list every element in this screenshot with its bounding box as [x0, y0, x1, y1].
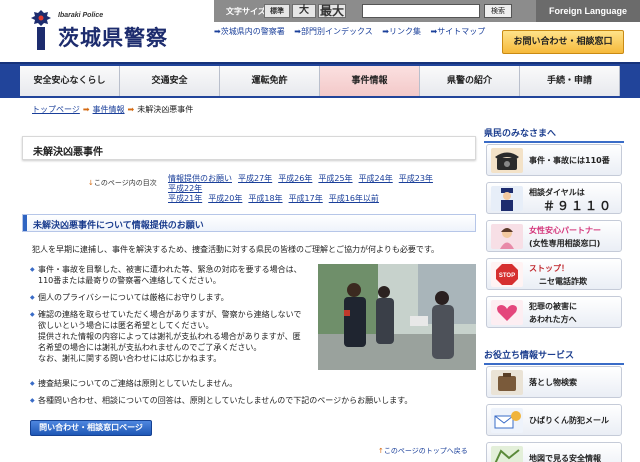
arrow-right-icon: ➡ [82, 105, 90, 114]
utility-bar: 文字サイズ 標準 大 最大 検索 Foreign Language [214, 0, 640, 22]
nav-about[interactable]: 県警の紹介 [420, 66, 520, 96]
section-title: 未解決凶悪事件について情報提供のお願い [33, 221, 204, 231]
site-logo[interactable]: Ibaraki Police 茨城県警察 [30, 10, 190, 50]
telephone-icon [491, 148, 523, 173]
sidebar-item-safety-map[interactable]: 地図で見る安全情報 [486, 442, 622, 462]
sidebar-heading-useful: お役立ち情報サービス [484, 348, 624, 365]
heart-hands-icon [491, 300, 523, 325]
list-item: 個人のプライバシーについては厳格にお守りします。 [30, 292, 318, 303]
font-size-label: 文字サイズ [226, 7, 266, 16]
notice-list: 事件・事故を目撃した、被害に遭われた等、緊急の対応を要する場合は、 110番また… [30, 264, 318, 370]
breadcrumb-incidents[interactable]: 事件情報 [93, 105, 125, 114]
search-input[interactable] [362, 4, 480, 18]
index-link[interactable]: 平成20年 [208, 194, 242, 203]
nav-traffic[interactable]: 交通安全 [120, 66, 220, 96]
index-link[interactable]: 平成21年 [168, 194, 202, 203]
svg-text:STOP: STOP [499, 273, 515, 279]
stop-sign-icon: STOP [491, 262, 523, 287]
index-link[interactable]: 平成18年 [248, 194, 282, 203]
index-link[interactable]: 情報提供のお願い [168, 174, 232, 183]
logo-subtitle: Ibaraki Police [58, 12, 104, 19]
inquiry-page-button[interactable]: 問い合わせ・相談窓口ページ [30, 420, 152, 436]
nav-license[interactable]: 運転免許 [220, 66, 320, 96]
sidebar-item-crime-victims[interactable]: 犯罪の被害に あわれた方へ [486, 296, 622, 328]
mail-bird-icon [491, 408, 523, 433]
lost-item-icon [491, 370, 523, 395]
list-item: 捜査結果についてのご連絡は原則としていたしません。 [30, 378, 476, 389]
index-link[interactable]: 平成22年 [168, 184, 202, 193]
arrow-right-icon: ➡ [214, 27, 221, 36]
search-button[interactable]: 検索 [484, 4, 512, 18]
police-officers-photo [318, 264, 476, 370]
index-link[interactable]: 平成25年 [318, 174, 352, 183]
nav-incidents[interactable]: 事件情報 [320, 66, 420, 96]
nav-procedures[interactable]: 手続・申請 [520, 66, 620, 96]
font-size-max-button[interactable]: 最大 [318, 4, 346, 18]
contact-consultation-button[interactable]: お問い合わせ・相談窓口 [502, 30, 624, 54]
arrow-right-icon: ➡ [294, 27, 301, 36]
police-emblem-icon [31, 10, 51, 50]
sublink-sitemap[interactable]: ➡サイトマップ [431, 27, 486, 36]
woman-partner-icon [491, 224, 523, 249]
sublink-links[interactable]: ➡リンク集 [382, 27, 421, 36]
index-link[interactable]: 平成26年 [278, 174, 312, 183]
police-officer-icon [491, 186, 523, 211]
sidebar: 県民のみなさまへ 事件・事故には110番 相談ダイヤルは ＃９１１０ 女性安心パ… [484, 126, 640, 462]
notice-list-bottom: 捜査結果についてのご連絡は原則としていたしません。 各種問い合わせ、相談について… [30, 378, 476, 412]
sidebar-item-lost-items[interactable]: 落とし物検索 [486, 366, 622, 398]
sidebar-item-crime-mail[interactable]: ひばりくん防犯メール [486, 404, 622, 436]
section-heading-box: 未解決凶悪事件について情報提供のお願い [22, 214, 476, 232]
page-index-label: ↓このページ内の目次 [88, 179, 157, 187]
index-link[interactable]: 平成27年 [238, 174, 272, 183]
global-nav: 安全安心なくらし 交通安全 運転免許 事件情報 県警の紹介 手続・申請 [0, 62, 640, 98]
back-to-top-link[interactable]: ↑このページのトップへ戻る [378, 446, 468, 456]
page-title: 未解決凶悪事件 [33, 147, 103, 158]
index-link[interactable]: 平成23年 [399, 174, 433, 183]
nav-safety[interactable]: 安全安心なくらし [20, 66, 120, 96]
year-index-links: 情報提供のお願い 平成27年 平成26年 平成25年 平成24年 平成23年平成22年 平… [168, 174, 478, 204]
list-item: 事件・事故を目撃した、被害に遭われた等、緊急の対応を要する場合は、 110番また… [30, 264, 318, 286]
sidebar-item-phone-fraud[interactable]: STOP ストップ！ ニセ電話詐欺 [486, 258, 622, 290]
site-header: Ibaraki Police 茨城県警察 文字サイズ 標準 大 最大 検索 Fo… [0, 0, 640, 62]
font-size-standard-button[interactable]: 標準 [264, 4, 290, 18]
index-link[interactable]: 平成24年 [359, 174, 393, 183]
index-link[interactable]: 平成16年以前 [329, 194, 379, 203]
header-sublinks: ➡茨城県内の警察署 ➡部門別インデックス ➡リンク集 ➡サイトマップ [214, 26, 504, 37]
font-size-large-button[interactable]: 大 [292, 4, 316, 18]
list-item: 確認の連絡を取らせていただく場合がありますが、警察から連絡しないで 欲しいという… [30, 309, 318, 364]
map-icon [491, 446, 523, 462]
breadcrumb: トップページ ➡ 事件情報 ➡ 未解決凶悪事件 [32, 104, 193, 115]
intro-text: 犯人を早期に逮捕し、事件を解決するため、捜査活動に対する県民の皆様のご理解とご協… [32, 245, 440, 254]
sublink-police-stations[interactable]: ➡茨城県内の警察署 [214, 27, 285, 36]
breadcrumb-current: 未解決凶悪事件 [137, 105, 194, 114]
arrow-right-icon: ➡ [127, 105, 135, 114]
sidebar-item-women-partner[interactable]: 女性安心パートナー (女性専用相談窓口) [486, 220, 622, 252]
breadcrumb-top[interactable]: トップページ [32, 105, 80, 114]
foreign-language-link[interactable]: Foreign Language [536, 0, 640, 22]
page-title-box: 未解決凶悪事件 [22, 136, 476, 160]
sidebar-item-110[interactable]: 事件・事故には110番 [486, 144, 622, 176]
list-item: 各種問い合わせ、相談についての回答は、原則としていたしませんので下記のページから… [30, 395, 476, 406]
main-content: 未解決凶悪事件 ↓このページ内の目次 情報提供のお願い 平成27年 平成26年 平成2… [22, 116, 478, 462]
sidebar-heading-residents: 県民のみなさまへ [484, 126, 624, 143]
sublink-department-index[interactable]: ➡部門別インデックス [294, 27, 372, 36]
sidebar-item-consult-dial[interactable]: 相談ダイヤルは ＃９１１０ [486, 182, 622, 214]
logo-title: 茨城県警察 [58, 25, 168, 50]
arrow-right-icon: ➡ [382, 27, 389, 36]
index-link[interactable]: 平成17年 [289, 194, 323, 203]
